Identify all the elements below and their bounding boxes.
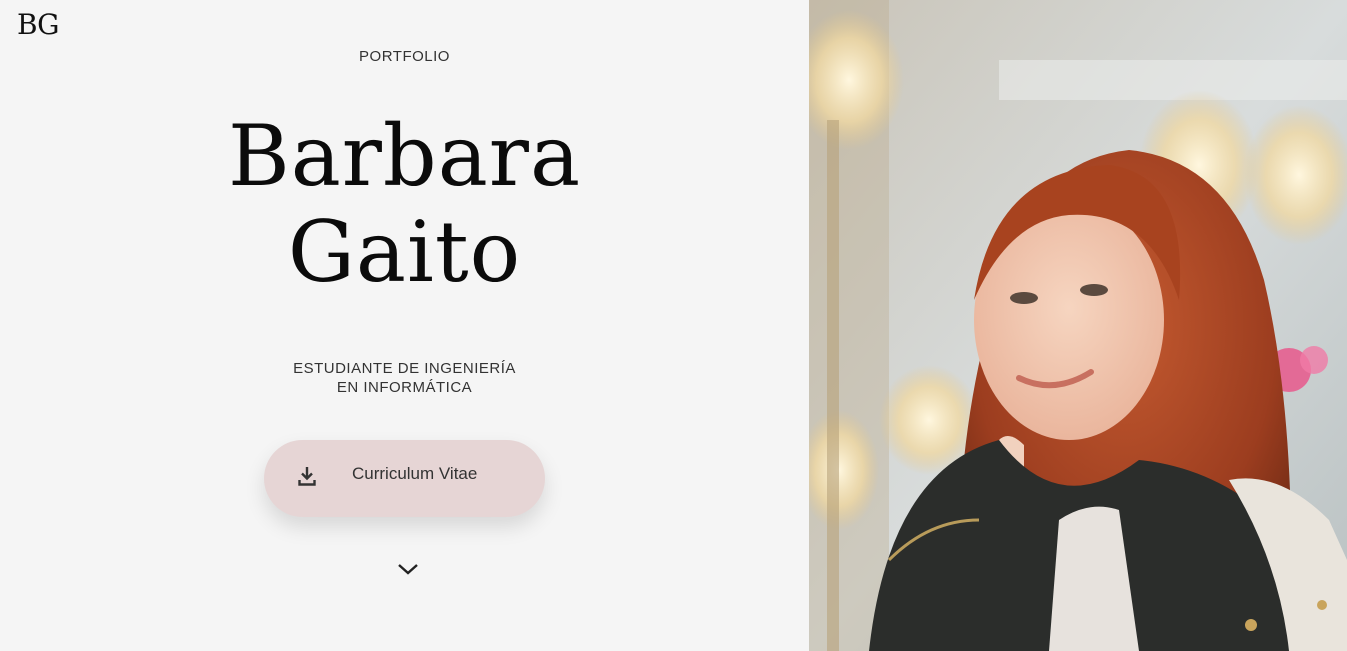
hero-kicker: PORTFOLIO: [359, 48, 450, 65]
hero-role-line2: EN INFORMÁTICA: [336, 379, 473, 396]
hero-name-first: Barbara: [227, 107, 582, 205]
download-cv-button[interactable]: Curriculum Vitae: [264, 440, 545, 517]
logo[interactable]: BG: [17, 8, 59, 41]
hero-name-last: Gaito: [287, 203, 522, 301]
hero-role: ESTUDIANTE DE INGENIERÍA EN INFORMÁTICA: [0, 359, 809, 397]
download-cv-label: Curriculum Vitae: [352, 464, 478, 483]
hero-name: Barbara Gaito: [0, 108, 809, 300]
profile-photo-art: [809, 0, 1347, 651]
hero-role-line1: ESTUDIANTE DE INGENIERÍA: [293, 360, 516, 377]
hero-section: BG PORTFOLIO Barbara Gaito ESTUDIANTE DE…: [0, 0, 809, 651]
profile-photo: [809, 0, 1347, 651]
download-icon: [298, 467, 316, 486]
chevron-down-icon[interactable]: [397, 561, 419, 577]
